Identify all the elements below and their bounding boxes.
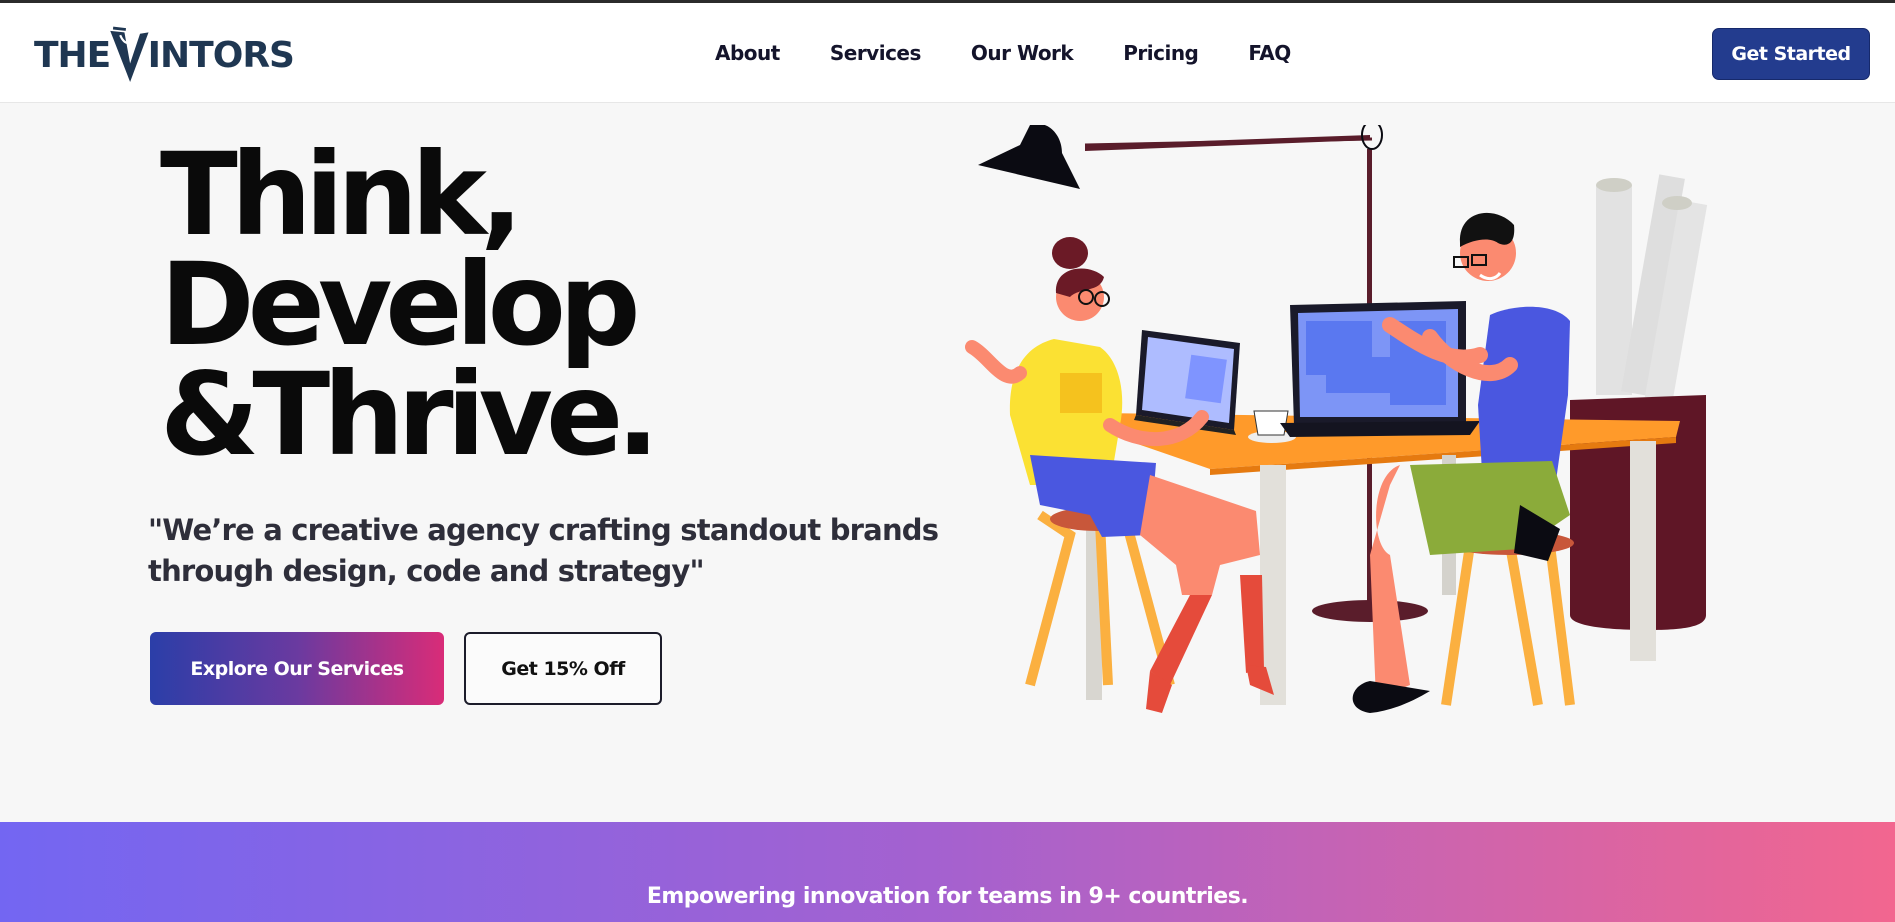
nav-our-work[interactable]: Our Work	[971, 41, 1074, 65]
main-nav: About Services Our Work Pricing FAQ	[715, 33, 1341, 73]
hero-title-line-1: Think,	[160, 128, 523, 261]
logo-prefix: THE	[34, 34, 111, 76]
site-header: THE INTORS About Services Our Work Prici…	[0, 3, 1895, 103]
woman-figure	[965, 237, 1274, 713]
hero-title-line-3: &Thrive.	[160, 348, 660, 481]
hero-title: Think, Develop &Thrive.	[160, 128, 800, 481]
discount-offer-button[interactable]: Get 15% Off	[464, 632, 662, 705]
nav-faq[interactable]: FAQ	[1248, 41, 1291, 65]
hero-tagline: "We’re a creative agency crafting stando…	[148, 513, 939, 588]
nav-services[interactable]: Services	[830, 41, 922, 65]
small-laptop	[1134, 330, 1240, 435]
brand-logo[interactable]: THE INTORS	[34, 15, 295, 95]
stats-banner: Empowering innovation for teams in 9+ co…	[0, 822, 1895, 922]
nav-about[interactable]: About	[715, 41, 780, 65]
v-logo-icon	[110, 26, 149, 82]
banner-text: Empowering innovation for teams in 9+ co…	[646, 884, 1249, 909]
man-figure	[1352, 212, 1575, 713]
hero-title-line-2: Develop	[160, 238, 641, 371]
large-laptop	[1280, 301, 1480, 437]
two-people-working-at-desk-illustration	[965, 125, 1708, 713]
explore-services-button[interactable]: Explore Our Services	[150, 632, 444, 705]
get-started-button[interactable]: Get Started	[1712, 28, 1870, 80]
nav-pricing[interactable]: Pricing	[1123, 41, 1199, 65]
logo-text: INTORS	[147, 34, 295, 76]
